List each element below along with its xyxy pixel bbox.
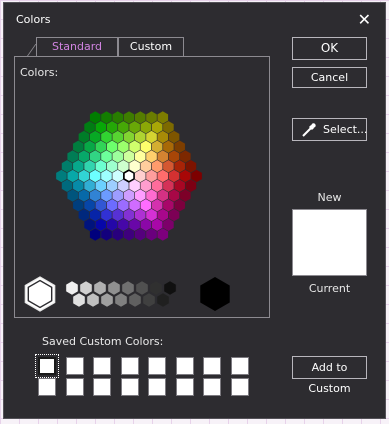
standard-tab-panel xyxy=(14,56,270,318)
saved-color-swatch[interactable] xyxy=(148,378,166,396)
saved-color-swatch[interactable] xyxy=(175,378,194,396)
saved-color-swatch[interactable] xyxy=(93,357,111,375)
close-icon[interactable]: ✕ xyxy=(358,10,371,29)
colors-label: Colors: xyxy=(20,66,59,79)
saved-color-swatch[interactable] xyxy=(203,357,221,375)
saved-color-swatch[interactable] xyxy=(175,357,194,375)
tab-custom[interactable]: Custom xyxy=(118,37,184,56)
new-color-label: New xyxy=(317,191,342,204)
ok-button[interactable]: OK xyxy=(292,37,367,60)
saved-color-swatch[interactable] xyxy=(65,357,84,375)
dialog-title: Colors xyxy=(16,13,51,26)
saved-color-swatch[interactable] xyxy=(230,357,249,375)
saved-color-swatch[interactable] xyxy=(35,354,59,378)
saved-color-swatch[interactable] xyxy=(230,378,249,396)
saved-color-swatch[interactable] xyxy=(65,378,84,396)
saved-custom-colors-label: Saved Custom Colors: xyxy=(42,335,164,348)
select-button-label: Select... xyxy=(323,123,368,136)
saved-color-swatch[interactable] xyxy=(93,378,111,396)
saved-color-swatch[interactable] xyxy=(148,357,166,375)
color-preview xyxy=(292,209,367,276)
eyedropper-icon xyxy=(302,123,316,137)
cancel-button[interactable]: Cancel xyxy=(292,67,367,88)
saved-color-swatch[interactable] xyxy=(120,357,139,375)
select-button[interactable]: Select... xyxy=(292,118,367,141)
saved-color-swatch[interactable] xyxy=(120,378,139,396)
tab-standard[interactable]: Standard xyxy=(36,37,118,56)
saved-color-swatch[interactable] xyxy=(203,378,221,396)
title-bar: Colors ✕ xyxy=(4,3,385,35)
saved-color-swatch[interactable] xyxy=(38,378,56,396)
current-color-label: Current xyxy=(308,282,351,295)
add-to-custom-button[interactable]: Add to Custom xyxy=(292,356,367,395)
